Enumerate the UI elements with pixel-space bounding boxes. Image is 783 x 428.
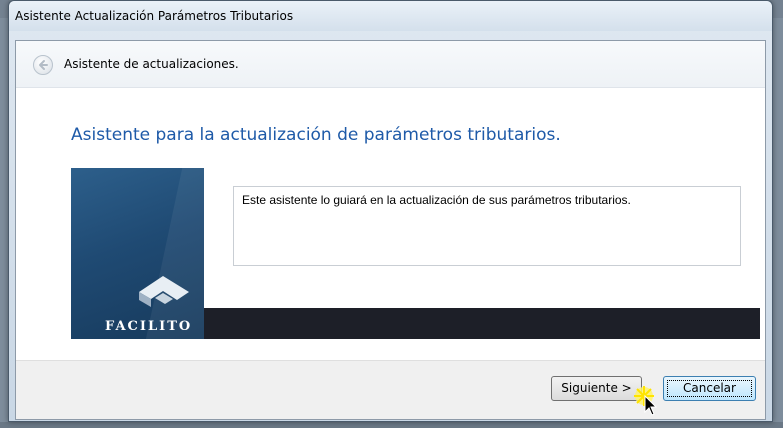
facilito-logo-icon [139, 276, 189, 307]
page-title: Asistente para la actualización de parám… [71, 125, 561, 145]
background-desktop-bottom [0, 422, 783, 428]
next-button[interactable]: Siguiente > [551, 376, 642, 401]
back-arrow-icon [39, 60, 48, 70]
wizard-nav-bar: Asistente de actualizaciones. [16, 41, 765, 88]
window-title: Asistente Actualización Parámetros Tribu… [9, 1, 772, 31]
brand-logo-text: FACILITO [105, 319, 193, 334]
logo-panel: FACILITO [71, 168, 204, 339]
description-textbox: Este asistente lo guiará en la actualiza… [233, 186, 741, 266]
back-button[interactable] [33, 55, 53, 75]
wizard-banner: FACILITO Este asistente lo guiará en la … [71, 168, 760, 339]
nav-title: Asistente de actualizaciones. [64, 57, 239, 71]
focus-rectangle [667, 380, 752, 397]
wizard-window: Asistente Actualización Parámetros Tribu… [8, 0, 773, 422]
mouse-cursor-icon [634, 386, 658, 416]
wizard-client-area: Asistente de actualizaciones. Asistente … [15, 40, 766, 420]
cancel-button[interactable]: Cancelar [663, 376, 756, 401]
